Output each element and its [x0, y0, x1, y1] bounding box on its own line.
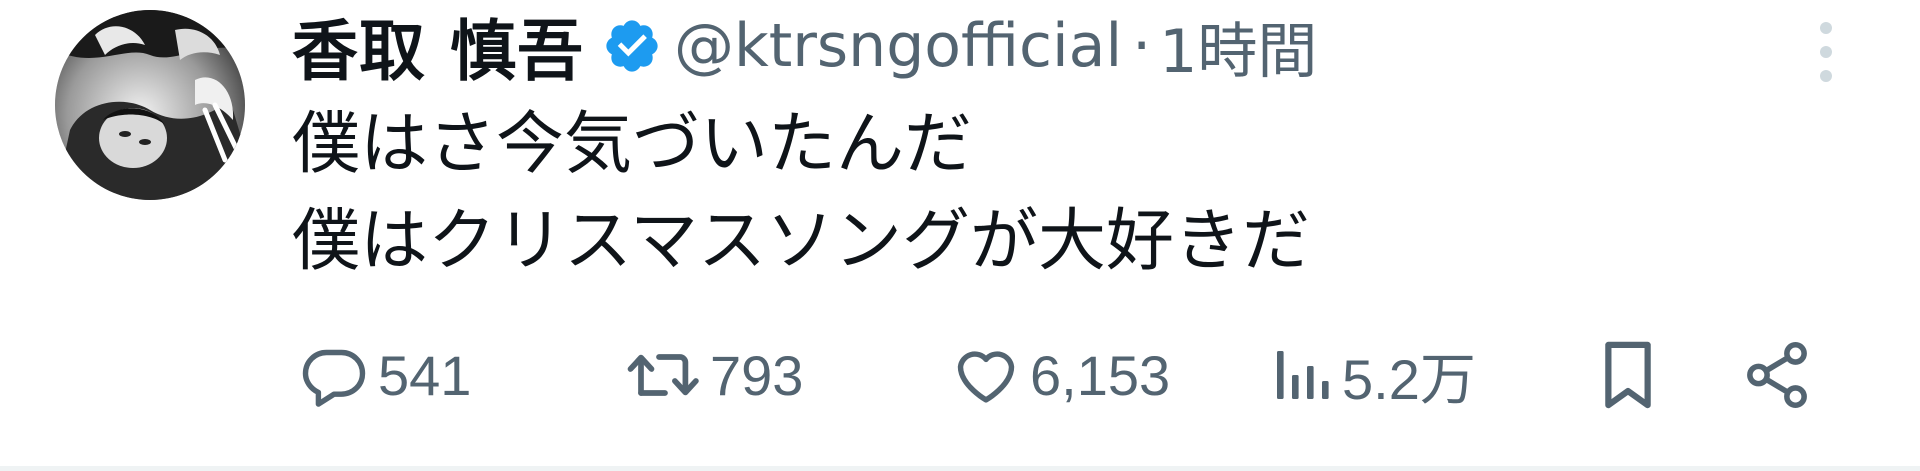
retweet-button[interactable]: 793 — [622, 330, 803, 420]
tweet-text-line: 僕はクリスマスソングが大好きだ — [292, 202, 1310, 281]
verified-badge-icon[interactable] — [602, 16, 662, 76]
reply-count: 541 — [378, 343, 472, 407]
display-name[interactable]: 香取 慎吾 — [292, 0, 584, 94]
avatar-image — [55, 10, 245, 200]
like-count: 6,153 — [1030, 343, 1171, 407]
views-chart-icon — [1277, 351, 1329, 399]
retweet-icon — [627, 354, 699, 396]
like-button[interactable]: 6,153 — [950, 330, 1170, 420]
tweet-card[interactable]: 香取 慎吾 @ktrsngofficial · 1時間 僕はさ今気づいたんだ 僕… — [0, 0, 1920, 466]
divider — [0, 466, 1920, 471]
heart-icon — [957, 351, 1015, 403]
action-bar: 541 793 6,153 5.2万 — [0, 330, 1920, 420]
share-icon — [1747, 342, 1807, 408]
bookmark-icon — [1605, 341, 1651, 409]
avatar[interactable] — [55, 10, 245, 200]
tweet-header: 香取 慎吾 @ktrsngofficial · 1時間 — [292, 3, 1317, 90]
views-count: 5.2万 — [1342, 347, 1476, 411]
tweet-text: 僕はさ今気づいたんだ 僕はクリスマスソングが大好きだ — [292, 96, 1310, 290]
timestamp[interactable]: 1時間 — [1159, 3, 1317, 90]
retweet-count: 793 — [710, 343, 804, 407]
more-vertical-icon[interactable] — [1800, 12, 1852, 92]
bookmark-button[interactable] — [1592, 330, 1664, 420]
share-button[interactable] — [1740, 330, 1814, 420]
reply-icon — [302, 349, 366, 407]
user-handle[interactable]: @ktrsngofficial — [674, 11, 1122, 81]
views-button[interactable]: 5.2万 — [1268, 330, 1476, 420]
separator-dot: · — [1132, 11, 1152, 81]
reply-button[interactable]: 541 — [298, 330, 471, 420]
tweet-text-line: 僕はさ今気づいたんだ — [292, 105, 973, 184]
